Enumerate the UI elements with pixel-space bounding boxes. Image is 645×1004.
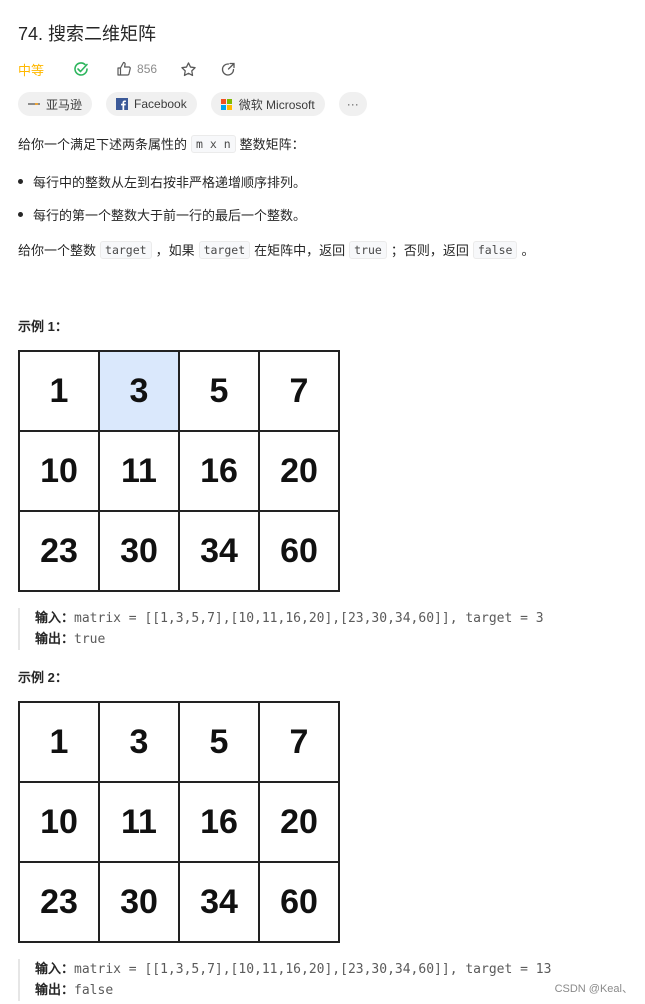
microsoft-icon [221,98,233,110]
text: 每行中的整数从左到右按非严格递增顺序排列。 [33,175,307,190]
matrix-cell: 3 [98,701,180,783]
more-tags-button[interactable]: ··· [338,92,367,116]
facebook-icon [116,98,129,110]
matrix-cell: 7 [258,701,340,783]
more-icon: ··· [346,97,359,111]
matrix-cell: 60 [258,510,340,592]
list-item: 每行中的整数从左到右按非严格递增顺序排列。 [18,172,306,191]
matrix-row: 10 11 16 20 [18,781,340,863]
tag-facebook[interactable]: Facebook [106,92,197,116]
matrix-cell: 23 [18,510,100,592]
input-value: matrix = [[1,3,5,7],[10,11,16,20],[23,30… [74,962,552,977]
page-title: 74. 搜索二维矩阵 [18,24,157,44]
inline-code: m x n [191,134,236,153]
output-value: true [74,632,106,647]
matrix-row: 1357 [18,701,340,783]
matrix-cell: 10 [18,781,100,863]
matrix-cell: 23 [18,861,100,943]
tag-label: 微软 Microsoft [238,97,315,112]
matrix-cell: 3 [98,350,180,432]
inline-code: true [349,240,387,259]
tag-amazon[interactable]: 亚马逊 [18,92,93,116]
output-line: 输出：true [35,629,544,650]
like-button[interactable]: 856 [115,60,157,78]
matrix-cell: 20 [258,781,340,863]
matrix-cell: 11 [98,781,180,863]
inline-code: false [472,240,518,259]
matrix-row: 10 11 16 20 [18,430,340,512]
example-1-io: 输入：matrix = [[1,3,5,7],[10,11,16,20],[23… [18,608,544,650]
example-2-matrix: 1 3 5 7 10 11 16 20 23 30 34 60 [18,701,340,943]
matrix-cell: 5 [178,701,260,783]
input-line: 输入：matrix = [[1,3,5,7],[10,11,16,20],[23… [35,959,551,980]
matrix-cell: 30 [98,510,180,592]
example-1-matrix: 1 3 5 7 10 11 16 20 23 30 34 60 [18,350,340,592]
bullet-dot [18,212,23,217]
problem-meta: 中等 856 [18,58,237,80]
example-1-title: 示例 1： [18,319,68,334]
matrix-cell: 60 [258,861,340,943]
output-line: 输出：false [35,980,551,1001]
inline-code: target [100,240,152,259]
star-icon[interactable] [179,60,197,78]
input-line: 输入：matrix = [[1,3,5,7],[10,11,16,20],[23… [35,608,544,629]
watermark: CSDN @Keal、 [554,983,633,995]
output-label: 输出： [35,982,75,997]
like-count: 856 [137,62,158,76]
example-2-title: 示例 2： [18,670,68,685]
bullet-dot [18,179,23,184]
text: ，如果 [155,243,195,258]
text: 每行的第一个整数大于前一行的最后一个整数。 [33,208,307,223]
matrix-cell: 16 [178,430,260,512]
company-tags: 亚马逊 Facebook 微软 Microsoft ··· [18,92,367,116]
tag-label: 亚马逊 [46,97,83,112]
text: ；否则，返回 [390,243,469,258]
matrix-cell: 34 [178,510,260,592]
inline-code: target [198,240,251,259]
description-task: 给你一个整数 target ，如果 target 在矩阵中，返回 true ；否… [18,240,535,259]
matrix-row: 1357 [18,350,340,432]
matrix-row: 23 30 34 60 [18,510,340,592]
matrix-cell: 16 [178,781,260,863]
matrix-row: 23 30 34 60 [18,861,340,943]
difficulty-badge: 中等 [18,62,45,78]
amazon-icon [28,98,40,110]
matrix-cell: 11 [98,430,180,512]
tag-microsoft[interactable]: 微软 Microsoft [210,92,325,116]
output-label: 输出： [35,631,75,646]
share-icon[interactable] [219,60,237,78]
tag-label: Facebook [134,97,187,111]
matrix-cell: 30 [98,861,180,943]
matrix-cell: 7 [258,350,340,432]
thumbs-up-icon [115,60,133,78]
list-item: 每行的第一个整数大于前一行的最后一个整数。 [18,205,306,224]
input-label: 输入： [35,610,75,625]
matrix-cell: 5 [178,350,260,432]
solved-check-icon [72,60,90,78]
input-label: 输入： [35,961,75,976]
text: 在矩阵中，返回 [254,243,346,258]
example-2-io: 输入：matrix = [[1,3,5,7],[10,11,16,20],[23… [18,959,551,1001]
matrix-cell: 10 [18,430,100,512]
text: 整数矩阵： [239,137,305,152]
matrix-cell: 20 [258,430,340,512]
description-intro: 给你一个满足下述两条属性的 m x n 整数矩阵： [18,134,305,153]
text: 。 [521,243,535,258]
input-value: matrix = [[1,3,5,7],[10,11,16,20],[23,30… [74,611,544,626]
matrix-cell: 34 [178,861,260,943]
text: 给你一个整数 [18,243,97,258]
matrix-cell: 1 [18,350,100,432]
text: 给你一个满足下述两条属性的 [18,137,188,152]
output-value: false [74,983,114,998]
matrix-cell: 1 [18,701,100,783]
